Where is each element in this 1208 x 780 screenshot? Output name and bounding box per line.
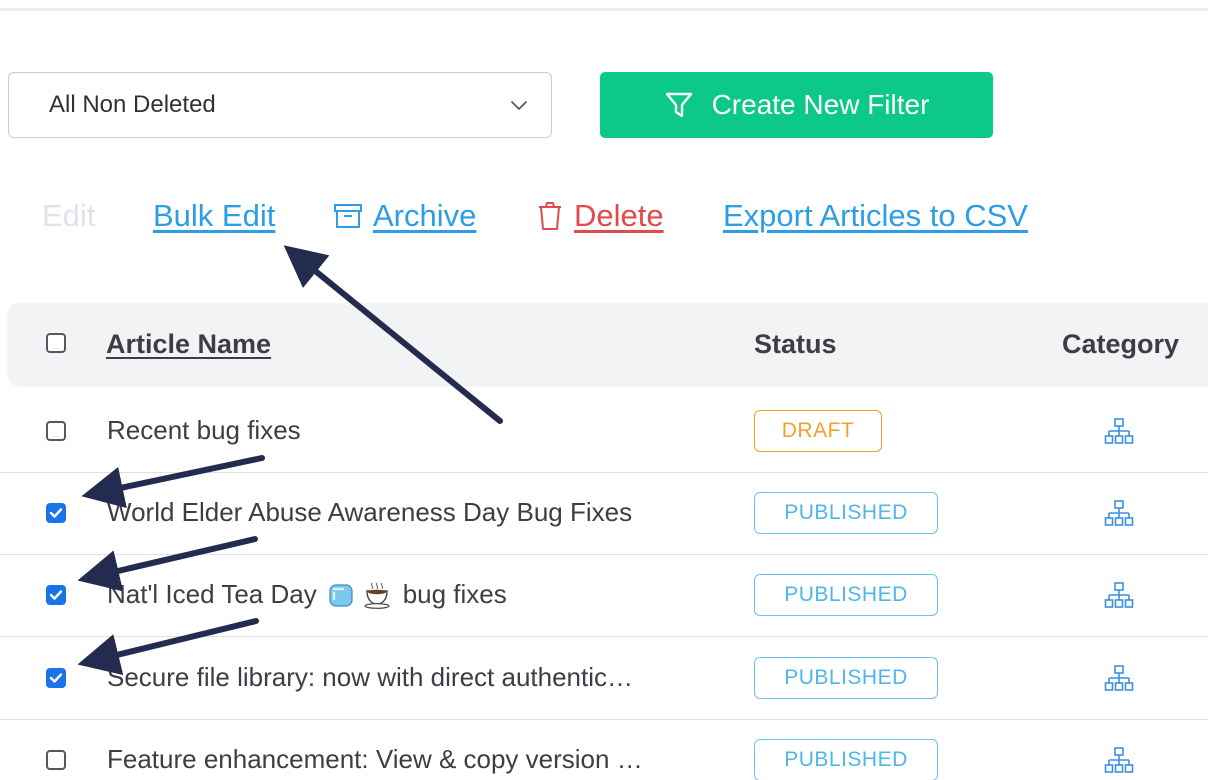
top-divider — [0, 8, 1208, 11]
row-checkbox[interactable] — [46, 750, 66, 770]
column-header-category: Category — [1062, 329, 1180, 359]
column-header-article-name[interactable]: Article Name — [106, 329, 271, 360]
article-title[interactable]: Feature enhancement: View & copy version… — [107, 744, 643, 775]
table-row[interactable]: Recent bug fixes DRAFT — [0, 391, 1208, 473]
ice-cube-icon — [329, 583, 353, 607]
status-badge: PUBLISHED — [754, 492, 938, 534]
column-header-status: Status — [754, 329, 837, 359]
filter-select[interactable]: All Non Deleted — [8, 72, 552, 138]
delete-link[interactable]: Delete — [536, 198, 664, 234]
export-csv-link[interactable]: Export Articles to CSV — [723, 198, 1028, 234]
article-title-text: Nat'l Iced Tea Day — [107, 579, 317, 609]
hierarchy-icon[interactable] — [1104, 664, 1134, 694]
select-all-checkbox[interactable] — [46, 333, 66, 353]
article-title[interactable]: Nat'l Iced Tea Day bug fixes — [107, 579, 507, 610]
row-checkbox[interactable] — [46, 421, 66, 441]
checkmark-icon — [49, 590, 63, 600]
checkmark-icon — [49, 508, 63, 518]
status-badge: PUBLISHED — [754, 739, 938, 780]
create-new-filter-label: Create New Filter — [711, 89, 930, 120]
hierarchy-icon[interactable] — [1104, 581, 1134, 611]
table-row[interactable]: Nat'l Iced Tea Day bug fixes PUBLISHED — [0, 555, 1208, 637]
article-title-text: bug fixes — [402, 579, 507, 609]
table-row[interactable]: World Elder Abuse Awareness Day Bug Fixe… — [0, 473, 1208, 555]
chevron-down-icon — [511, 101, 527, 110]
article-title[interactable]: World Elder Abuse Awareness Day Bug Fixe… — [107, 497, 632, 528]
status-badge: DRAFT — [754, 410, 882, 452]
row-checkbox-checked[interactable] — [46, 668, 66, 688]
hot-beverage-icon — [364, 582, 390, 609]
edit-link[interactable]: Edit — [42, 198, 95, 234]
funnel-icon — [665, 92, 692, 118]
delete-label: Delete — [574, 198, 664, 233]
create-new-filter-button[interactable]: Create New Filter — [600, 72, 993, 138]
row-checkbox-checked[interactable] — [46, 503, 66, 523]
row-divider — [0, 636, 1208, 637]
row-checkbox-checked[interactable] — [46, 585, 66, 605]
bulk-edit-link[interactable]: Bulk Edit — [153, 198, 275, 234]
archive-link[interactable]: Archive — [333, 198, 476, 234]
trash-icon — [539, 202, 561, 230]
checkmark-icon — [49, 673, 63, 683]
table-row[interactable]: Secure file library: now with direct aut… — [0, 638, 1208, 720]
table-header: Article Name Status Category — [8, 303, 1208, 385]
table-row[interactable]: Feature enhancement: View & copy version… — [0, 720, 1208, 780]
article-title[interactable]: Secure file library: now with direct aut… — [107, 662, 633, 693]
status-badge: PUBLISHED — [754, 657, 938, 699]
archive-box-icon — [334, 204, 362, 228]
article-list-page: All Non Deleted Create New Filter Edit B… — [0, 0, 1208, 780]
status-badge: PUBLISHED — [754, 574, 938, 616]
filter-select-value: All Non Deleted — [49, 91, 216, 118]
bulk-actions-bar: Edit Bulk Edit Archive Delete Export Art… — [0, 198, 1208, 242]
hierarchy-icon[interactable] — [1104, 746, 1134, 776]
hierarchy-icon[interactable] — [1104, 499, 1134, 529]
archive-label: Archive — [373, 198, 477, 233]
article-title[interactable]: Recent bug fixes — [107, 415, 301, 446]
hierarchy-icon[interactable] — [1104, 417, 1134, 447]
